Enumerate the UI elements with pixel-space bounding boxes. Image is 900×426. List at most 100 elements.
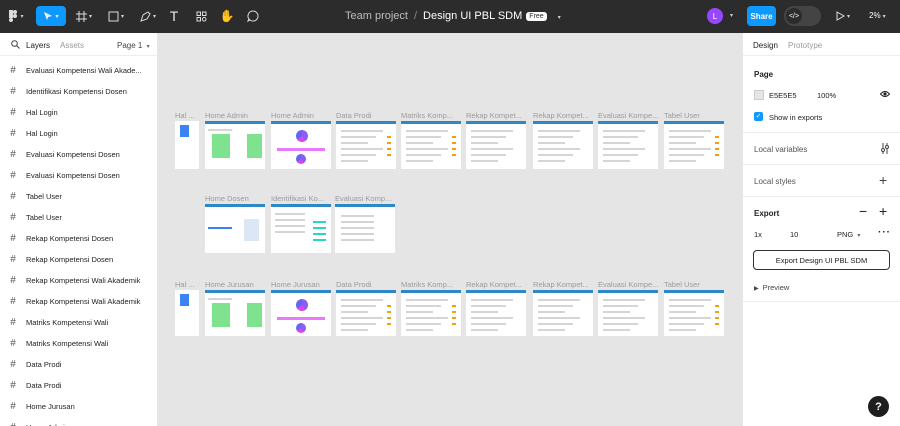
frame-label[interactable]: Identifikasi Ko... (271, 194, 331, 203)
canvas-frame[interactable]: Rekap Kompet... (466, 111, 526, 169)
export-size[interactable]: 10 (790, 230, 798, 239)
layer-item[interactable]: # Evaluasi Kompetensi Dosen (0, 144, 157, 165)
frame-label[interactable]: Matriks Komp... (401, 280, 461, 289)
share-button[interactable]: Share (747, 6, 776, 26)
layer-item[interactable]: # Rekap Kompetensi Dosen (0, 249, 157, 270)
frame-label[interactable]: Data Prodi (336, 111, 396, 120)
layer-item[interactable]: # Home Jurusan (0, 396, 157, 417)
eye-icon[interactable] (879, 90, 891, 100)
canvas-frame[interactable]: Identifikasi Ko... (271, 194, 331, 253)
plus-icon[interactable]: + (879, 203, 887, 219)
canvas-frame[interactable]: Matriks Komp... (401, 280, 461, 336)
present-icon[interactable]: ▾ (833, 6, 853, 26)
plus-icon[interactable]: + (879, 172, 887, 188)
frame-label[interactable]: Rekap Kompet... (533, 280, 593, 289)
layer-item[interactable]: # Rekap Kompetensi Wali Akademik (0, 270, 157, 291)
move-tool-icon[interactable]: ▾ (36, 6, 66, 26)
tab-design[interactable]: Design (753, 41, 778, 50)
frame-label[interactable]: Evaluasi Kompe... (598, 111, 658, 120)
tab-assets[interactable]: Assets (60, 41, 84, 50)
canvas-frame[interactable]: Home Admin (271, 111, 331, 169)
canvas-frame[interactable]: Home Dosen (205, 194, 265, 253)
layer-item[interactable]: # Data Prodi (0, 354, 157, 375)
canvas-frame[interactable]: Hal ... (175, 280, 199, 336)
layer-item[interactable]: # Evaluasi Kompetensi Wali Akade... (0, 60, 157, 81)
frame-label[interactable]: Matriks Komp... (401, 111, 461, 120)
preview-toggle[interactable]: ▶ Preview (754, 283, 789, 292)
export-scale[interactable]: 1x (754, 230, 762, 239)
frame-label[interactable]: Hal ... (175, 280, 199, 289)
layer-item[interactable]: # Evaluasi Kompetensi Dosen (0, 165, 157, 186)
frame-label[interactable]: Evaluasi Kompe... (598, 280, 658, 289)
layer-item[interactable]: # Tabel User (0, 207, 157, 228)
canvas-frame[interactable]: Data Prodi (336, 280, 396, 336)
canvas-frame[interactable]: Home Jurusan (271, 280, 331, 336)
pen-tool-icon[interactable]: ▾ (136, 6, 160, 26)
frame-label[interactable]: Home Dosen (205, 194, 265, 203)
file-title[interactable]: Team project / Design UI PBL SDM Free ▾ (345, 10, 561, 22)
layer-item[interactable]: # Hal Login (0, 102, 157, 123)
resources-icon[interactable] (193, 6, 209, 26)
canvas[interactable]: Hal ... Home Admin Home Admin Data Prodi Mat… (158, 33, 742, 426)
canvas-frame[interactable]: Home Admin (205, 111, 265, 169)
layer-item[interactable]: # Tabel User (0, 186, 157, 207)
canvas-frame[interactable]: Evaluasi Komp... (335, 194, 395, 253)
frame-label[interactable]: Home Admin (205, 111, 265, 120)
layer-item[interactable]: # Rekap Kompetensi Wali Akademik (0, 291, 157, 312)
canvas-frame[interactable]: Evaluasi Kompe... (598, 111, 658, 169)
search-icon[interactable] (11, 40, 20, 51)
text-tool-icon[interactable]: T (166, 6, 182, 26)
shape-tool-icon[interactable]: ▾ (104, 6, 128, 26)
layer-item[interactable]: # Data Prodi (0, 375, 157, 396)
layer-item[interactable]: # Matriks Kompetensi Wali (0, 333, 157, 354)
layer-item[interactable]: # Hal Login (0, 123, 157, 144)
comment-tool-icon[interactable] (245, 6, 261, 26)
frame-label[interactable]: Home Jurusan (271, 280, 331, 289)
minus-icon[interactable]: − (859, 203, 867, 219)
export-format-select[interactable]: PNG ▾ (837, 230, 860, 239)
layer-item[interactable]: #Home Admin (0, 417, 157, 426)
local-styles-label[interactable]: Local styles (754, 177, 796, 186)
canvas-frame[interactable]: Matriks Komp... (401, 111, 461, 169)
page-color-value[interactable]: E5E5E5 (769, 91, 797, 100)
local-variables-label[interactable]: Local variables (754, 145, 807, 154)
canvas-frame[interactable]: Evaluasi Kompe... (598, 280, 658, 336)
main-menu-icon[interactable]: ▾ (7, 6, 25, 26)
frame-label[interactable]: Home Admin (271, 111, 331, 120)
canvas-frame[interactable]: Tabel User (664, 280, 724, 336)
canvas-frame[interactable]: Data Prodi (336, 111, 396, 169)
chevron-down-icon[interactable]: ▾ (558, 15, 561, 21)
layer-item[interactable]: # Identifikasi Kompetensi Dosen (0, 81, 157, 102)
more-options-icon[interactable]: ··· (878, 227, 891, 238)
export-button[interactable]: Export Design UI PBL SDM (753, 250, 890, 270)
frame-label[interactable]: Data Prodi (336, 280, 396, 289)
dev-mode-toggle[interactable]: </> (784, 6, 821, 26)
frame-label[interactable]: Hal ... (175, 111, 199, 120)
layer-item[interactable]: # Matriks Kompetensi Wali (0, 312, 157, 333)
hand-tool-icon[interactable]: ✋ (219, 6, 235, 26)
canvas-frame[interactable]: Rekap Kompet... (533, 111, 593, 169)
canvas-frame[interactable]: Tabel User (664, 111, 724, 169)
frame-label[interactable]: Rekap Kompet... (466, 111, 526, 120)
frame-label[interactable]: Rekap Kompet... (466, 280, 526, 289)
frame-label[interactable]: Tabel User (664, 111, 724, 120)
canvas-frame[interactable]: Rekap Kompet... (466, 280, 526, 336)
help-button[interactable]: ? (868, 396, 889, 417)
zoom-level[interactable]: 2% ▾ (869, 11, 886, 20)
tab-prototype[interactable]: Prototype (788, 41, 822, 50)
frame-tool-icon[interactable]: ▾ (72, 6, 96, 26)
canvas-frame[interactable]: Home Jurusan (205, 280, 265, 336)
canvas-frame[interactable]: Hal ... (175, 111, 199, 169)
page-selector[interactable]: Page 1 ▾ (117, 41, 150, 50)
canvas-frame[interactable]: Rekap Kompet... (533, 280, 593, 336)
chevron-down-icon[interactable]: ▾ (730, 12, 733, 19)
avatar[interactable]: L (707, 8, 723, 24)
show-in-exports-checkbox[interactable]: ✓ (754, 112, 763, 121)
frame-label[interactable]: Rekap Kompet... (533, 111, 593, 120)
frame-label[interactable]: Home Jurusan (205, 280, 265, 289)
page-color-swatch[interactable] (754, 90, 764, 100)
page-opacity-value[interactable]: 100% (817, 91, 836, 100)
frame-label[interactable]: Evaluasi Komp... (335, 194, 395, 203)
frame-label[interactable]: Tabel User (664, 280, 724, 289)
layer-item[interactable]: # Rekap Kompetensi Dosen (0, 228, 157, 249)
